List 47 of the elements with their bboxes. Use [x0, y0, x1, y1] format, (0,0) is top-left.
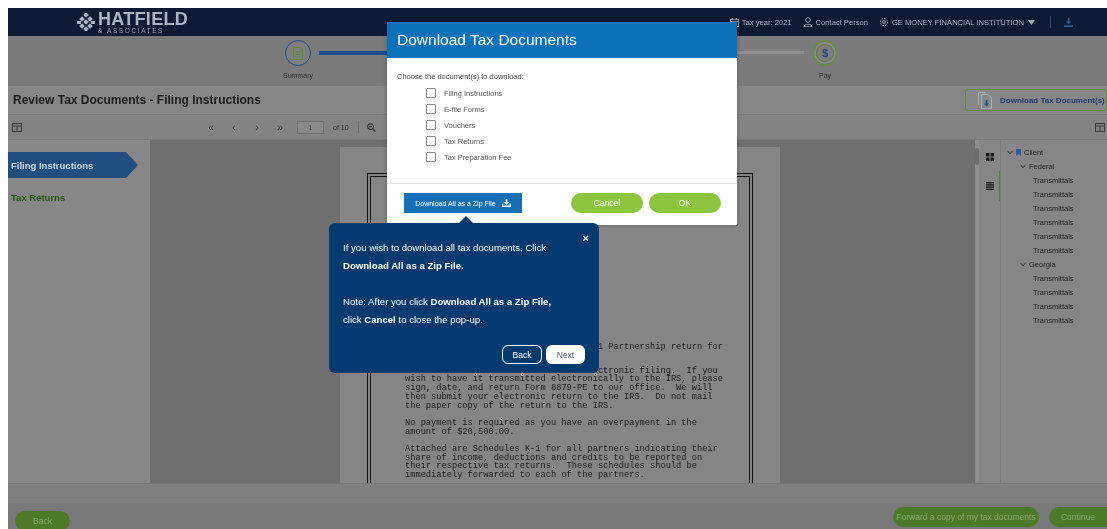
logo-icon — [77, 13, 95, 31]
close-button[interactable]: × — [582, 233, 589, 244]
back-button[interactable]: Back — [502, 345, 542, 364]
calendar-icon — [729, 17, 739, 27]
step-circle[interactable] — [285, 40, 311, 66]
logo-wordmark: HATFIELD — [98, 10, 189, 27]
document-line: No payment is required as you have an overpayment in the — [405, 418, 697, 428]
checkbox[interactable] — [426, 120, 436, 130]
first-page-button[interactable]: « — [205, 121, 217, 133]
next-page-button[interactable]: › — [251, 121, 263, 133]
caret-icon — [1028, 19, 1035, 25]
previous-page-button[interactable]: ‹ — [228, 121, 240, 133]
checkbox[interactable] — [426, 104, 436, 114]
checkbox[interactable] — [426, 136, 436, 146]
list-icon[interactable] — [985, 182, 994, 190]
page-title: Review Tax Documents - Filing Instructions — [13, 93, 261, 107]
download-icon — [501, 199, 511, 207]
active-indicator — [999, 171, 1000, 201]
document-line: sign, date, and return Form 8879-PE to our office. We will — [405, 384, 713, 393]
download-icon — [1064, 17, 1073, 27]
dialog-title: Download Tax Documents — [397, 31, 577, 49]
dollar-icon: $ — [821, 47, 829, 59]
checkbox[interactable] — [426, 152, 436, 162]
document-icon — [293, 46, 303, 60]
download-documents-button[interactable]: Download Tax Document(s) — [965, 89, 1107, 111]
document-download-icon — [978, 91, 992, 109]
bookmark-icon — [1016, 148, 1021, 156]
document-line: 1 Partnership return for — [597, 343, 723, 352]
tooltip-text: Note: After you click Download All as a Zip File, click Cancel to close the pop-up. — [343, 295, 553, 327]
document-tab[interactable]: Tax Returns — [8, 184, 66, 210]
grid-icon[interactable] — [985, 153, 994, 161]
person-icon — [802, 17, 813, 27]
zoom-icon[interactable] — [366, 122, 376, 132]
document-line: Attached are Schedules K-1 for all partners indicating their — [405, 445, 718, 454]
gear-icon — [878, 17, 889, 27]
last-page-button[interactable]: » — [274, 121, 286, 133]
panel-toggle-icon[interactable] — [1095, 122, 1105, 132]
document-line: immediately forwarded to each of the partners. — [405, 471, 645, 480]
panel-toggle-icon[interactable] — [12, 122, 22, 132]
next-button[interactable]: Next — [546, 345, 585, 364]
tooltip-text: If you wish to download all tax documents, Click Download All as a Zip File. — [343, 241, 548, 273]
document-line: amount of $20,500.00. — [405, 427, 515, 437]
document-line: then submit your electronic return to the IRS. Do not mail — [405, 392, 713, 402]
document-line: the paper copy of the return to the IRS. — [405, 401, 614, 411]
checkbox[interactable] — [426, 88, 436, 98]
document-tab[interactable]: Filing Instructions — [8, 152, 138, 178]
download-button[interactable] — [1064, 17, 1073, 27]
